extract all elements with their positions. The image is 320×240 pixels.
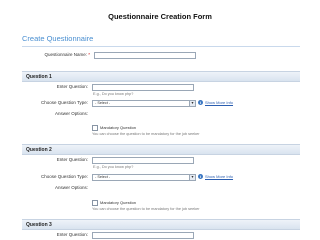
question-type-label: Choose Question Type: <box>41 100 88 105</box>
questionnaire-name-input[interactable] <box>94 52 196 59</box>
questionnaire-name-label-text: Questionnaire Name: <box>44 52 87 57</box>
chevron-down-icon[interactable]: ▼ <box>189 101 195 106</box>
info-icon[interactable]: i <box>198 100 203 105</box>
question-3-input[interactable] <box>92 232 194 239</box>
questionnaire-name-label: Questionnaire Name: * <box>22 52 90 57</box>
question-1-input[interactable] <box>92 84 194 91</box>
mandatory-label: Mandatory Question <box>100 125 137 130</box>
mandatory-hint: You can choose the question to be mandat… <box>92 207 200 211</box>
document-title: Questionnaire Creation Form <box>108 12 212 21</box>
mandatory-label: Mandatory Question <box>100 200 137 205</box>
question-type-selected: - Select - <box>95 101 111 105</box>
title-divider <box>22 46 300 47</box>
mandatory-hint: You can choose the question to be mandat… <box>92 132 200 136</box>
chevron-down-icon[interactable]: ▼ <box>189 175 195 180</box>
enter-question-label: Enter Question: <box>56 84 88 89</box>
enter-question-label: Enter Question: <box>56 232 88 237</box>
question-1-type-select[interactable]: - Select - ▼ <box>92 100 196 107</box>
question-type-label: Choose Question Type: <box>41 174 88 179</box>
enter-question-label: Enter Question: <box>56 157 88 162</box>
question-type-selected: - Select - <box>95 175 111 179</box>
mandatory-checkbox[interactable] <box>92 200 98 206</box>
question-3-heading: Question 3 <box>26 221 52 228</box>
mandatory-checkbox[interactable] <box>92 125 98 131</box>
question-example-hint: E.g., Do you know php? <box>93 92 134 96</box>
question-2-input[interactable] <box>92 157 194 164</box>
question-1-heading: Question 1 <box>26 73 52 80</box>
page-title: Create Questionnaire <box>22 34 94 43</box>
answer-options-label: Answer Options: <box>54 111 88 116</box>
question-3-header: Question 3 <box>22 219 300 230</box>
required-marker: * <box>88 52 90 57</box>
question-2-type-select[interactable]: - Select - ▼ <box>92 174 196 181</box>
question-2-heading: Question 2 <box>26 146 52 153</box>
question-example-hint: E.g., Do you know php? <box>93 165 134 169</box>
question-2-header: Question 2 <box>22 144 300 155</box>
questionnaire-form: Create Questionnaire Questionnaire Name:… <box>22 34 300 240</box>
info-icon[interactable]: i <box>198 174 203 179</box>
question-1-header: Question 1 <box>22 71 300 82</box>
show-more-info-link[interactable]: Show More Info <box>205 100 233 105</box>
answer-options-label: Answer Options: <box>54 185 88 190</box>
show-more-info-link[interactable]: Show More Info <box>205 174 233 179</box>
